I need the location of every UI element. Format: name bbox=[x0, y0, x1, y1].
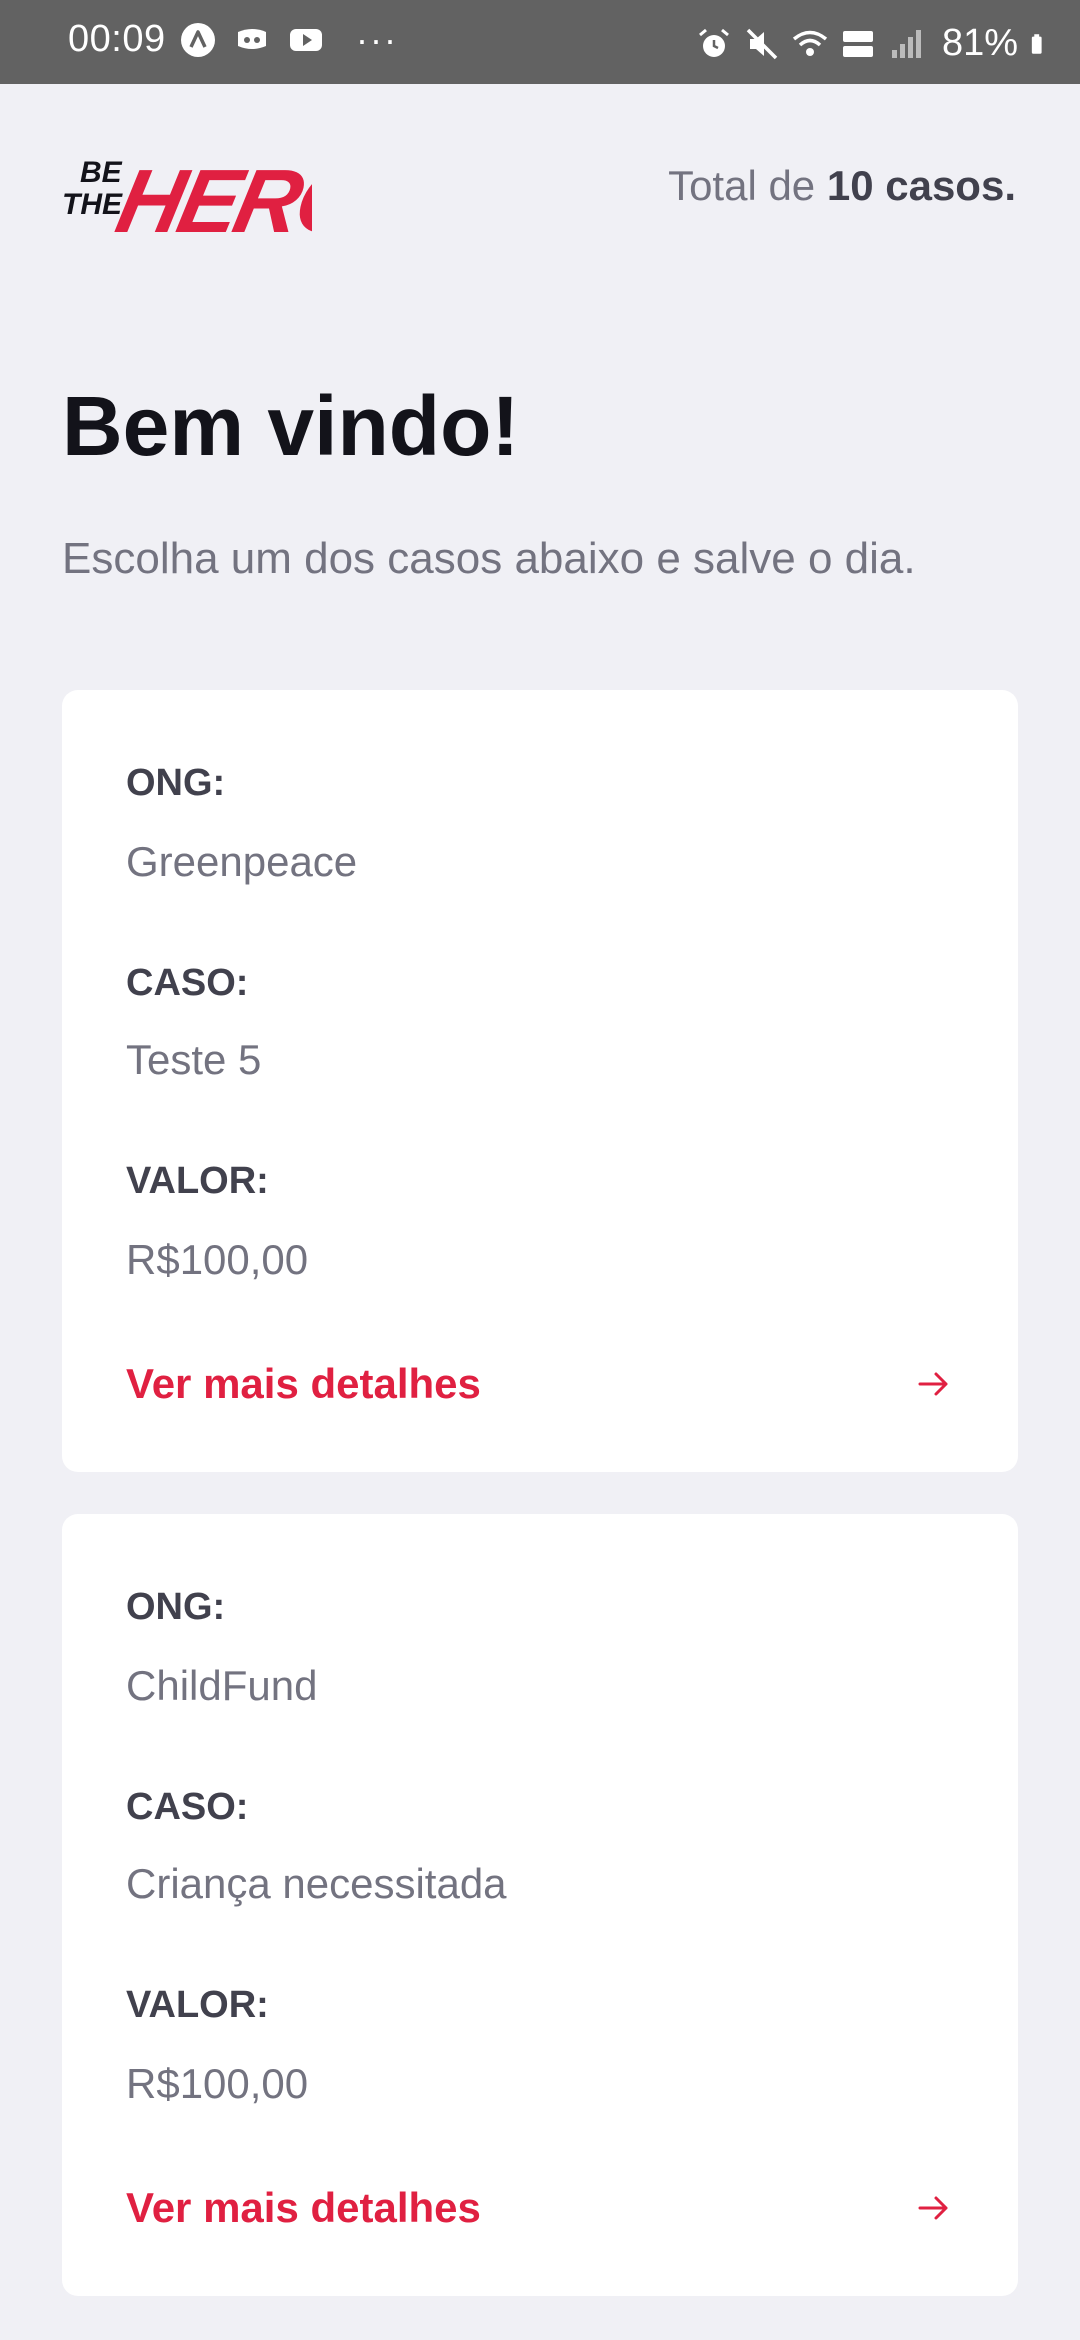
valor-value: R$100,00 bbox=[126, 1236, 309, 1283]
arrow-right-icon bbox=[918, 1372, 948, 1396]
ong-value: ChildFund bbox=[126, 1662, 318, 1709]
valor-label: VALOR: bbox=[126, 1984, 269, 2026]
details-label: Ver mais detalhes bbox=[126, 1360, 481, 1407]
total-count: 10 casos. bbox=[826, 162, 1016, 209]
valor-label: VALOR: bbox=[126, 1160, 269, 1202]
incident-card: ONG: ChildFund CASO: Criança necessitada… bbox=[62, 1514, 1018, 2296]
youtube-icon bbox=[290, 29, 322, 51]
signal-icon bbox=[891, 29, 921, 58]
valor-value: R$100,00 bbox=[126, 2060, 309, 2107]
arrow-right-icon bbox=[918, 2196, 948, 2220]
details-button[interactable]: Ver mais detalhes bbox=[126, 1354, 954, 1414]
details-button[interactable]: Ver mais detalhes bbox=[126, 2178, 954, 2238]
alarm-icon bbox=[698, 28, 729, 57]
svg-text:BE: BE bbox=[80, 156, 123, 189]
svg-text:THE: THE bbox=[62, 188, 123, 221]
wifi-icon bbox=[792, 30, 828, 56]
page-title: Bem vindo! bbox=[62, 379, 520, 473]
details-label: Ver mais detalhes bbox=[126, 2184, 481, 2231]
status-right-icons: 81% bbox=[696, 22, 1052, 65]
ong-value: Greenpeace bbox=[126, 838, 358, 885]
volte-lte-icon bbox=[842, 30, 873, 57]
caso-value: Teste 5 bbox=[126, 1036, 262, 1083]
ong-label: ONG: bbox=[126, 1586, 226, 1628]
status-time: 00:09 bbox=[68, 18, 166, 60]
more-notifications-icon: ··· bbox=[356, 19, 398, 60]
battery-percentage: 81% bbox=[941, 22, 1018, 64]
status-left-icons: ··· bbox=[180, 22, 398, 58]
mute-icon bbox=[746, 28, 778, 59]
be-the-hero-logo: BE THE HERO bbox=[62, 152, 312, 242]
page-subtitle: Escolha um dos casos abaixo e salve o di… bbox=[62, 534, 916, 583]
navigation-icon bbox=[181, 23, 215, 57]
caso-label: CASO: bbox=[126, 1786, 249, 1828]
discord-icon bbox=[238, 29, 266, 49]
incident-total: Total de 10 casos. bbox=[668, 162, 1016, 210]
status-bar: 00:09 ··· 81% bbox=[0, 0, 1080, 84]
caso-value: Criança necessitada bbox=[126, 1860, 507, 1907]
svg-text:HERO: HERO bbox=[109, 152, 312, 242]
total-prefix: Total de bbox=[668, 162, 827, 209]
ong-label: ONG: bbox=[126, 762, 226, 804]
caso-label: CASO: bbox=[126, 962, 249, 1004]
incident-card: ONG: Greenpeace CASO: Teste 5 VALOR: R$1… bbox=[62, 690, 1018, 1472]
battery-icon bbox=[1031, 33, 1042, 54]
